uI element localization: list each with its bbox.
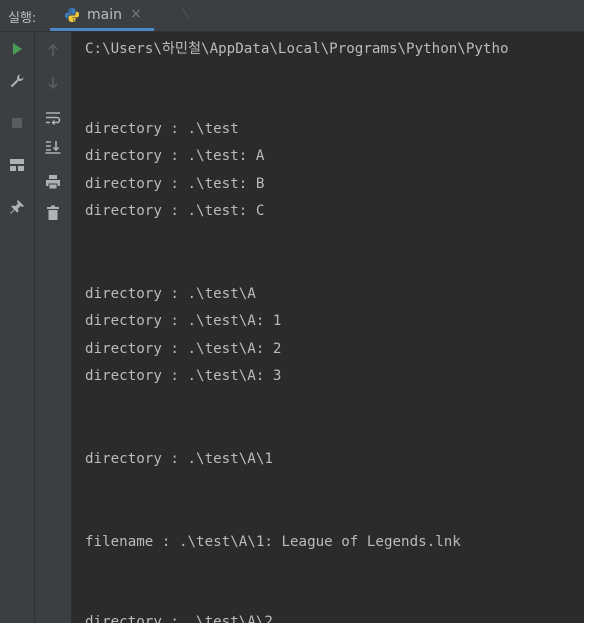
tab-label: main	[87, 7, 122, 23]
console-line: directory : .\test	[85, 121, 239, 137]
wrench-icon	[10, 74, 24, 88]
console-line: directory : .\test\A\1	[85, 451, 273, 467]
restore-layout-button[interactable]	[5, 153, 29, 177]
console-output[interactable]: C:\Users\하민철\AppData\Local\Programs\Pyth…	[71, 32, 584, 623]
printer-icon	[46, 175, 60, 190]
pin-icon	[10, 200, 24, 214]
console-line: filename : .\test\A\1: League of Legends…	[85, 534, 461, 550]
run-tool-window-header: 실행: main × ╲	[0, 0, 584, 32]
play-icon	[13, 43, 22, 55]
print-button[interactable]	[41, 170, 65, 194]
arrow-down-icon	[48, 77, 58, 90]
active-tab-indicator	[50, 28, 154, 31]
previous-occurrence-button[interactable]	[41, 38, 65, 62]
soft-wrap-icon	[46, 112, 61, 125]
soft-wrap-button[interactable]	[41, 106, 65, 130]
next-occurrence-button[interactable]	[41, 71, 65, 95]
console-line: directory : .\test: B	[85, 176, 265, 192]
faint-marker-icon: ╲	[182, 8, 189, 19]
console-line: directory : .\test: A	[85, 148, 265, 164]
close-icon[interactable]: ×	[130, 6, 142, 22]
console-line: directory : .\test: C	[85, 203, 265, 219]
scroll-to-end-icon	[45, 141, 61, 154]
stop-button[interactable]	[5, 111, 29, 135]
console-line: directory : .\test\A: 1	[85, 313, 282, 329]
console-line: directory : .\test\A: 3	[85, 368, 282, 384]
rerun-button[interactable]	[5, 37, 29, 61]
modify-run-configuration-button[interactable]	[5, 69, 29, 93]
console-line: C:\Users\하민철\AppData\Local\Programs\Pyth…	[85, 41, 509, 57]
layout-icon	[10, 159, 24, 171]
run-toolbar-secondary	[35, 32, 71, 623]
arrow-up-icon	[48, 43, 58, 56]
pin-tab-button[interactable]	[5, 195, 29, 219]
run-toolbar-primary	[0, 32, 35, 623]
console-line: directory : .\test\A	[85, 286, 256, 302]
stop-icon	[12, 118, 22, 128]
python-icon	[64, 7, 80, 23]
tab-main[interactable]: main ×	[50, 0, 154, 31]
trash-icon	[47, 205, 59, 220]
run-label: 실행:	[8, 11, 37, 26]
scroll-to-end-button[interactable]	[41, 135, 65, 159]
clear-all-button[interactable]	[41, 201, 65, 225]
console-line: directory : .\test\A\2	[85, 614, 273, 623]
console-line: directory : .\test\A: 2	[85, 341, 282, 357]
